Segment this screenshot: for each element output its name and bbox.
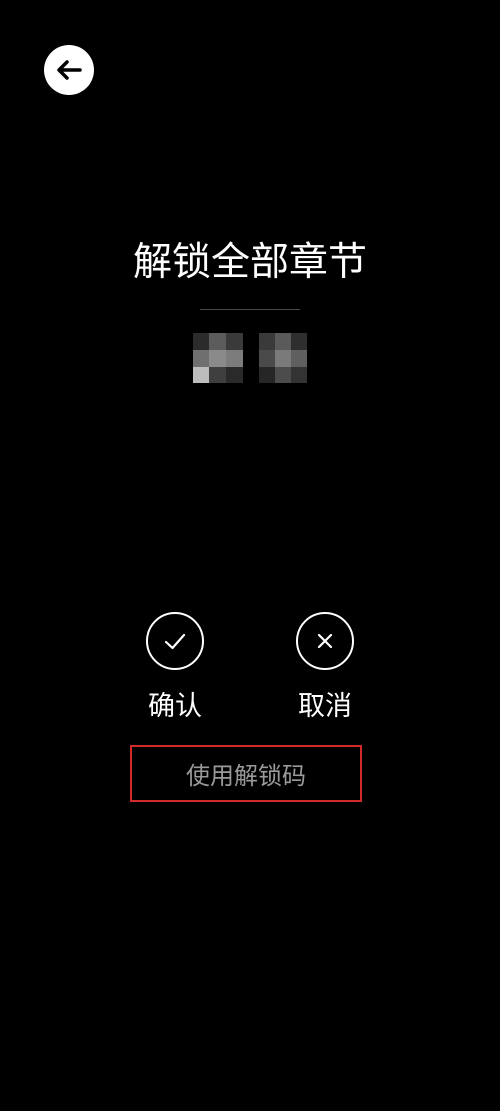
cancel-button[interactable]: 取消 [265,612,385,724]
page-title: 解锁全部章节 [132,240,367,285]
arrow-left-icon [57,60,82,80]
close-icon [317,633,333,649]
back-button[interactable] [44,45,94,95]
use-unlock-code-button[interactable]: 使用解锁码 [130,745,362,802]
pixelated-redaction [259,333,307,383]
cancel-label: 取消 [298,691,352,722]
confirm-button[interactable]: 确认 [115,612,235,724]
cancel-circle [296,612,354,670]
confirm-circle [146,612,204,670]
pixelated-redaction [193,333,243,383]
title-divider [200,309,300,310]
check-icon [164,633,186,650]
confirm-label: 确认 [148,691,202,722]
